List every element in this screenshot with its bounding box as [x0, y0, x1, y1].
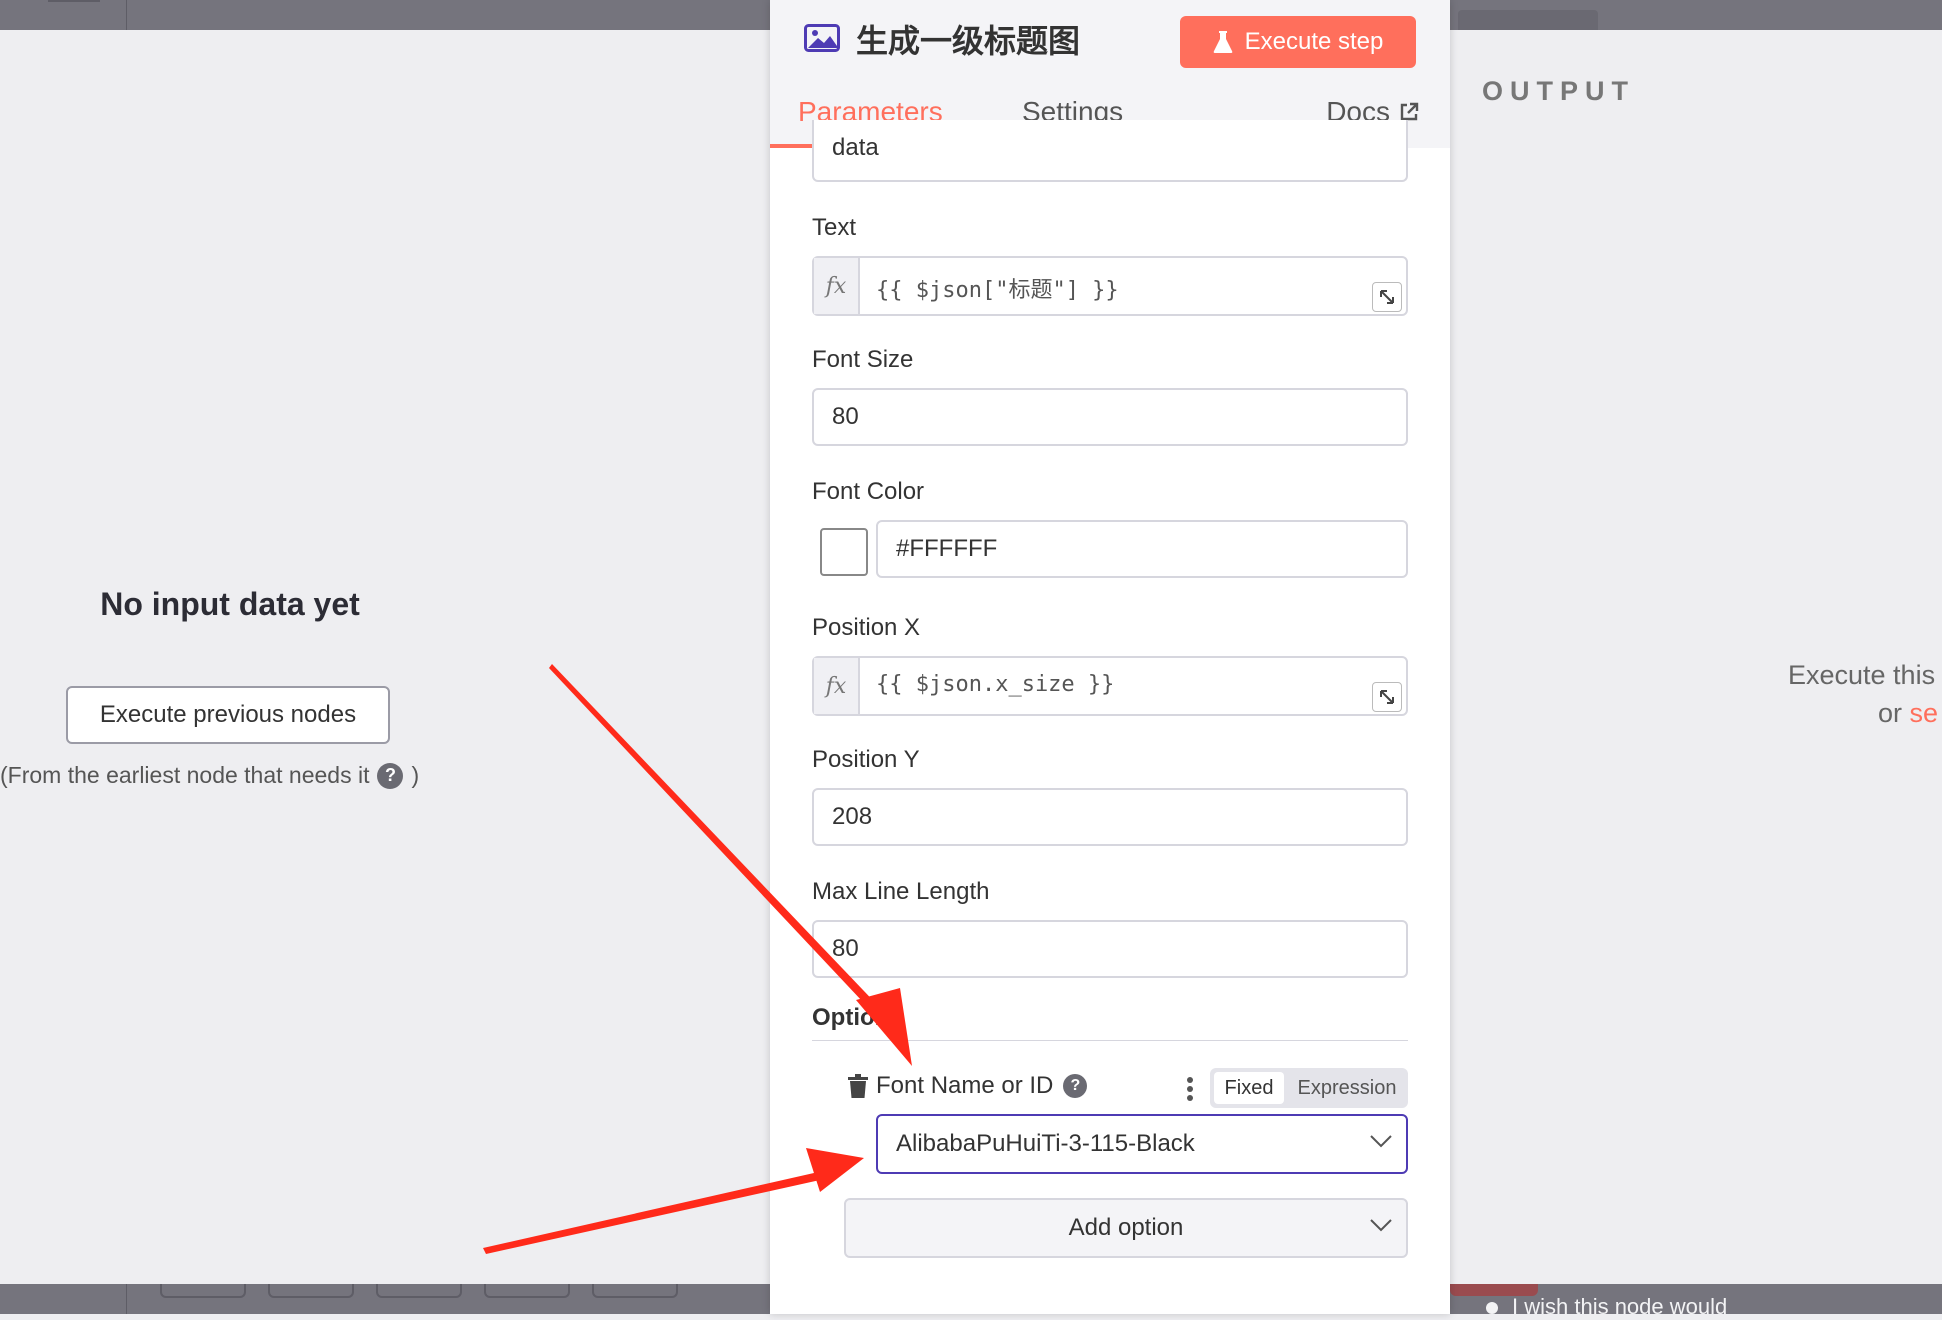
position-x-expression-field[interactable]: fx {{ $json.x_size }} [812, 656, 1408, 716]
fx-icon: fx [814, 258, 860, 314]
no-input-message: No input data yet [100, 586, 360, 622]
input-pane [0, 30, 770, 1284]
output-hint-line1: Execute this [1788, 660, 1936, 690]
options-divider [812, 1040, 1408, 1041]
kebab-menu-icon[interactable] [1186, 1076, 1194, 1102]
text-expression-value[interactable]: {{ $json["标题"] }} [876, 272, 1119, 304]
flask-icon [1213, 31, 1232, 53]
fixed-mode-button[interactable]: Fixed [1214, 1072, 1284, 1104]
font-name-label: Font Name or ID ? [876, 1072, 1095, 1100]
bottom-bar-slot[interactable] [268, 1284, 354, 1298]
font-size-label: Font Size [812, 346, 914, 373]
bottom-bar-slot[interactable] [592, 1284, 678, 1298]
trash-icon[interactable] [848, 1074, 868, 1098]
output-hint-link[interactable]: se [1910, 698, 1939, 728]
bottom-bar-slot[interactable] [160, 1284, 246, 1298]
execute-previous-nodes-button[interactable]: Execute previous nodes [66, 686, 390, 744]
font-color-label: Font Color [812, 478, 925, 505]
previous-field-input[interactable]: data [812, 120, 1408, 182]
top-bar-button[interactable] [48, 0, 100, 2]
add-option-button[interactable]: Add option [844, 1198, 1408, 1258]
text-label: Text [812, 214, 857, 241]
bottom-bar-slot[interactable] [376, 1284, 462, 1298]
top-bar-divider [126, 0, 127, 30]
node-title[interactable]: 生成一级标题图 [856, 16, 1080, 62]
execute-step-button[interactable]: Execute step [1180, 16, 1416, 68]
expand-icon[interactable] [1372, 282, 1402, 312]
position-x-label: Position X [812, 614, 921, 641]
font-name-select[interactable]: AlibabaPuHuiTi-3-115-Black [876, 1114, 1408, 1174]
feedback-link[interactable]: I wish this node would [1486, 1294, 1727, 1320]
add-option-label: Add option [1068, 1214, 1184, 1241]
execute-hint-close: ) [411, 762, 420, 788]
chevron-down-icon [1370, 1135, 1392, 1148]
position-y-label: Position Y [812, 746, 920, 773]
bottom-bar-slot[interactable] [484, 1284, 570, 1298]
execute-hint-text: (From the earliest node that needs it [0, 762, 370, 788]
node-parameters-panel: 生成一级标题图 Execute step Parameters Settings… [770, 0, 1450, 1314]
expression-mode-button[interactable]: Expression [1290, 1072, 1404, 1104]
position-x-expression-value[interactable]: {{ $json.x_size }} [876, 672, 1114, 697]
font-name-label-text: Font Name or ID [876, 1072, 1054, 1099]
font-color-swatch[interactable] [820, 528, 868, 576]
output-title: OUTPUT [1482, 76, 1635, 106]
fixed-expression-toggle: Fixed Expression [1210, 1068, 1408, 1108]
max-line-length-input[interactable]: 80 [812, 920, 1408, 978]
execute-hint: (From the earliest node that needs it ? … [0, 762, 419, 789]
image-icon [804, 24, 840, 52]
text-expression-field[interactable]: fx {{ $json["标题"] }} [812, 256, 1408, 316]
position-y-input[interactable]: 208 [812, 788, 1408, 846]
font-size-input[interactable]: 80 [812, 388, 1408, 446]
expand-icon[interactable] [1372, 682, 1402, 712]
question-circle-icon[interactable]: ? [377, 762, 404, 789]
output-hint-or: or [1878, 698, 1903, 728]
chevron-down-icon [1370, 1219, 1392, 1232]
execute-step-label: Execute step [1244, 28, 1384, 55]
bottom-bar-divider [126, 1284, 127, 1314]
font-color-input[interactable]: #FFFFFF [876, 520, 1408, 578]
question-circle-icon[interactable]: ? [1063, 1074, 1088, 1098]
font-name-selected-value: AlibabaPuHuiTi-3-115-Black [896, 1130, 1195, 1157]
lightbulb-icon [1486, 1302, 1498, 1314]
fx-icon: fx [814, 658, 860, 714]
output-hint-line2: or se [1878, 698, 1938, 729]
options-heading: Options [812, 1004, 903, 1031]
top-bar-tab[interactable] [1458, 10, 1598, 30]
feedback-text: I wish this node would [1512, 1294, 1728, 1319]
max-line-length-label: Max Line Length [812, 878, 990, 905]
